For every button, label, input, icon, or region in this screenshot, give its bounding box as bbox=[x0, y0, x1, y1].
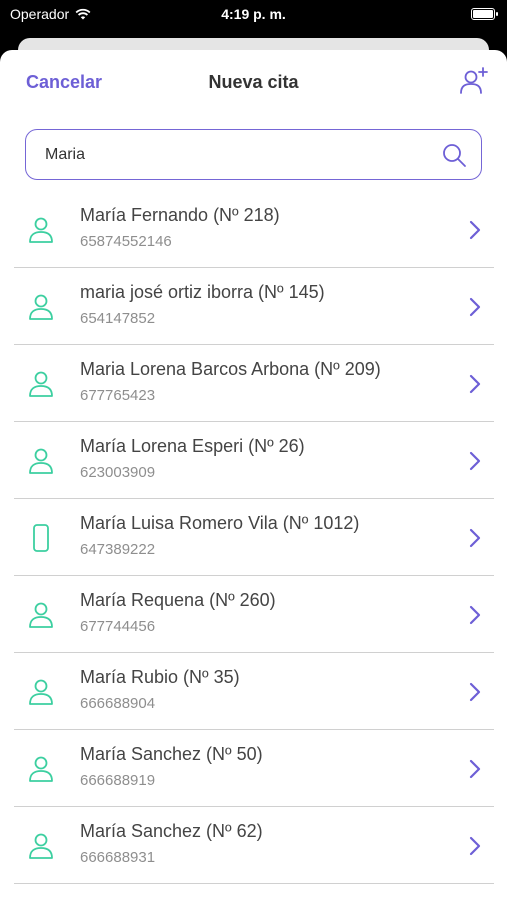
add-person-icon[interactable] bbox=[459, 66, 489, 96]
chevron-right-icon bbox=[469, 374, 481, 394]
chevron-right-icon bbox=[469, 220, 481, 240]
contact-phone: 677765423 bbox=[80, 387, 156, 404]
chevron-right-icon bbox=[469, 759, 481, 779]
contact-name: María Rubio (Nº 35) bbox=[80, 667, 240, 687]
search-field[interactable] bbox=[25, 129, 482, 180]
chevron-right-icon bbox=[469, 836, 481, 856]
contact-phone: 65874552146 bbox=[80, 233, 172, 250]
clock: 4:19 p. m. bbox=[221, 6, 286, 22]
contact-phone: 647389222 bbox=[80, 541, 156, 558]
contact-row[interactable]: María Fernando (Nº 218) 65874552146 bbox=[14, 191, 494, 268]
person-icon bbox=[29, 833, 53, 859]
status-bar: Operador 4:19 p. m. bbox=[0, 0, 507, 30]
contact-row[interactable]: Maria Lorena Barcos Arbona (Nº 209) 6777… bbox=[14, 345, 494, 422]
person-icon bbox=[29, 371, 53, 397]
chevron-right-icon bbox=[469, 605, 481, 625]
phone-icon bbox=[33, 524, 49, 552]
person-icon bbox=[29, 679, 53, 705]
contact-name: María Luisa Romero Vila (Nº 1012) bbox=[80, 513, 360, 533]
search-input[interactable] bbox=[45, 145, 441, 164]
chevron-right-icon bbox=[469, 451, 481, 471]
contact-name: María Fernando (Nº 218) bbox=[80, 205, 280, 225]
contact-name: Maria Lorena Barcos Arbona (Nº 209) bbox=[80, 359, 381, 379]
person-icon bbox=[29, 217, 53, 243]
nav-bar: Cancelar Nueva cita bbox=[0, 50, 507, 114]
page-title: Nueva cita bbox=[208, 72, 299, 92]
contact-phone: 677744456 bbox=[80, 618, 156, 635]
contact-name: maria josé ortiz iborra (Nº 145) bbox=[80, 282, 325, 302]
contact-phone: 666688919 bbox=[80, 772, 156, 789]
contact-list: María Fernando (Nº 218) 65874552146 mari… bbox=[0, 191, 507, 884]
chevron-right-icon bbox=[469, 528, 481, 548]
contact-row[interactable]: María Rubio (Nº 35) 666688904 bbox=[14, 653, 494, 730]
new-appointment-sheet: Cancelar Nueva cita María Fernando (Nº 2… bbox=[0, 50, 507, 900]
battery-icon bbox=[471, 8, 498, 20]
person-icon bbox=[29, 602, 53, 628]
chevron-right-icon bbox=[469, 297, 481, 317]
contact-row[interactable]: María Requena (Nº 260) 677744456 bbox=[14, 576, 494, 653]
contact-row[interactable]: María Lorena Esperi (Nº 26) 623003909 bbox=[14, 422, 494, 499]
contact-row[interactable]: maria josé ortiz iborra (Nº 145) 6541478… bbox=[14, 268, 494, 345]
search-icon[interactable] bbox=[441, 142, 467, 168]
contact-name: María Sanchez (Nº 50) bbox=[80, 744, 263, 764]
chevron-right-icon bbox=[469, 682, 481, 702]
contact-row[interactable]: María Luisa Romero Vila (Nº 1012) 647389… bbox=[14, 499, 494, 576]
contact-phone: 654147852 bbox=[80, 310, 156, 327]
contact-name: María Requena (Nº 260) bbox=[80, 590, 276, 610]
contact-phone: 666688931 bbox=[80, 849, 156, 866]
contact-row[interactable]: María Sanchez (Nº 50) 666688919 bbox=[14, 730, 494, 807]
contact-phone: 623003909 bbox=[80, 464, 156, 481]
person-icon bbox=[29, 448, 53, 474]
contact-name: María Sanchez (Nº 62) bbox=[80, 821, 263, 841]
person-icon bbox=[29, 756, 53, 782]
person-icon bbox=[29, 294, 53, 320]
contact-phone: 666688904 bbox=[80, 695, 156, 712]
contact-row[interactable]: María Sanchez (Nº 62) 666688931 bbox=[14, 807, 494, 884]
contact-name: María Lorena Esperi (Nº 26) bbox=[80, 436, 305, 456]
